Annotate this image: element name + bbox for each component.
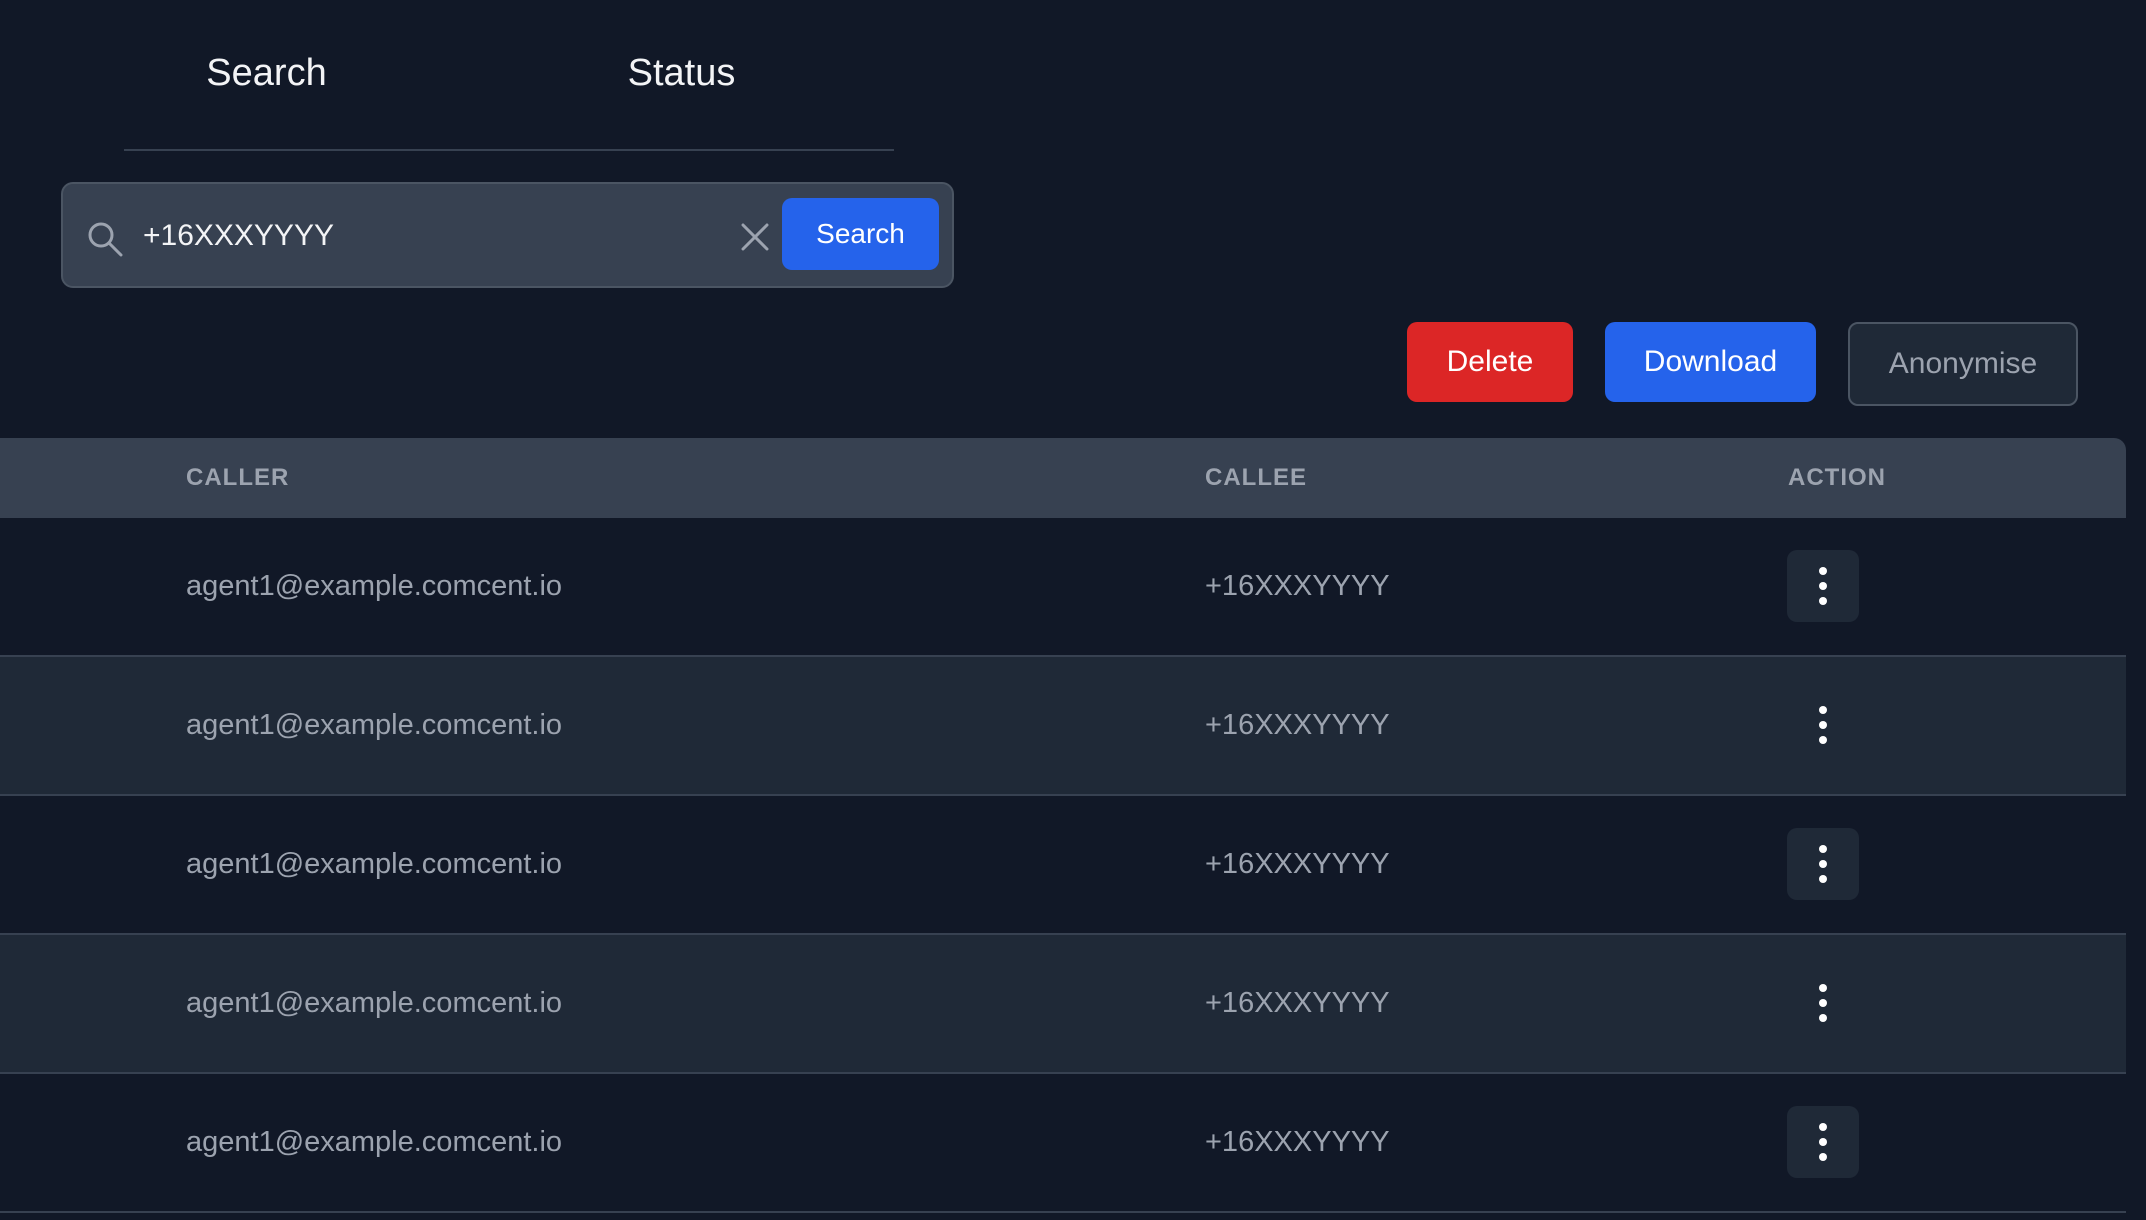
- search-bar: Search: [61, 182, 954, 288]
- caller-cell: agent1@example.comcent.io: [186, 709, 563, 741]
- row-menu-button[interactable]: [1787, 1106, 1859, 1178]
- table-row: agent1@example.comcent.io +16XXXYYYY: [0, 657, 2126, 796]
- search-icon: [88, 222, 123, 257]
- table-row: agent1@example.comcent.io +16XXXYYYY: [0, 1074, 2126, 1213]
- tab-status[interactable]: Status: [509, 0, 894, 149]
- caller-cell: agent1@example.comcent.io: [186, 848, 563, 880]
- column-header-action: ACTION: [1788, 464, 1886, 491]
- column-header-callee: CALLEE: [1205, 464, 1307, 491]
- tab-search-label: Search: [206, 52, 327, 94]
- row-menu-button[interactable]: [1787, 689, 1859, 761]
- delete-button[interactable]: Delete: [1407, 322, 1573, 402]
- caller-cell: agent1@example.comcent.io: [186, 1126, 563, 1158]
- row-menu-button[interactable]: [1787, 550, 1859, 622]
- row-menu-button[interactable]: [1787, 828, 1859, 900]
- row-menu-button[interactable]: [1787, 967, 1859, 1039]
- download-button[interactable]: Download: [1605, 322, 1816, 402]
- more-vertical-icon: [1819, 845, 1827, 883]
- search-input[interactable]: [143, 206, 763, 266]
- more-vertical-icon: [1819, 1123, 1827, 1161]
- more-vertical-icon: [1819, 984, 1827, 1022]
- close-icon[interactable]: [738, 220, 772, 254]
- more-vertical-icon: [1819, 706, 1827, 744]
- callee-cell: +16XXXYYYY: [1205, 987, 1390, 1019]
- callee-cell: +16XXXYYYY: [1205, 848, 1390, 880]
- callee-cell: +16XXXYYYY: [1205, 1126, 1390, 1158]
- tab-search[interactable]: Search: [124, 0, 509, 149]
- caller-cell: agent1@example.comcent.io: [186, 570, 563, 602]
- callee-cell: +16XXXYYYY: [1205, 570, 1390, 602]
- caller-cell: agent1@example.comcent.io: [186, 987, 563, 1019]
- tab-status-label: Status: [627, 52, 736, 94]
- table-body: agent1@example.comcent.io +16XXXYYYY agent…: [0, 518, 2126, 1213]
- search-button[interactable]: Search: [782, 198, 939, 270]
- tab-bar: Search Status: [124, 0, 894, 151]
- column-header-caller: CALLER: [186, 464, 290, 491]
- table-row: agent1@example.comcent.io +16XXXYYYY: [0, 796, 2126, 935]
- anonymise-button[interactable]: Anonymise: [1848, 322, 2078, 406]
- table-row: agent1@example.comcent.io +16XXXYYYY: [0, 518, 2126, 657]
- callee-cell: +16XXXYYYY: [1205, 709, 1390, 741]
- table-header: CALLER CALLEE ACTION: [0, 438, 2126, 518]
- table-row: agent1@example.comcent.io +16XXXYYYY: [0, 935, 2126, 1074]
- more-vertical-icon: [1819, 567, 1827, 605]
- calls-table: CALLER CALLEE ACTION agent1@example.comc…: [0, 438, 2126, 1213]
